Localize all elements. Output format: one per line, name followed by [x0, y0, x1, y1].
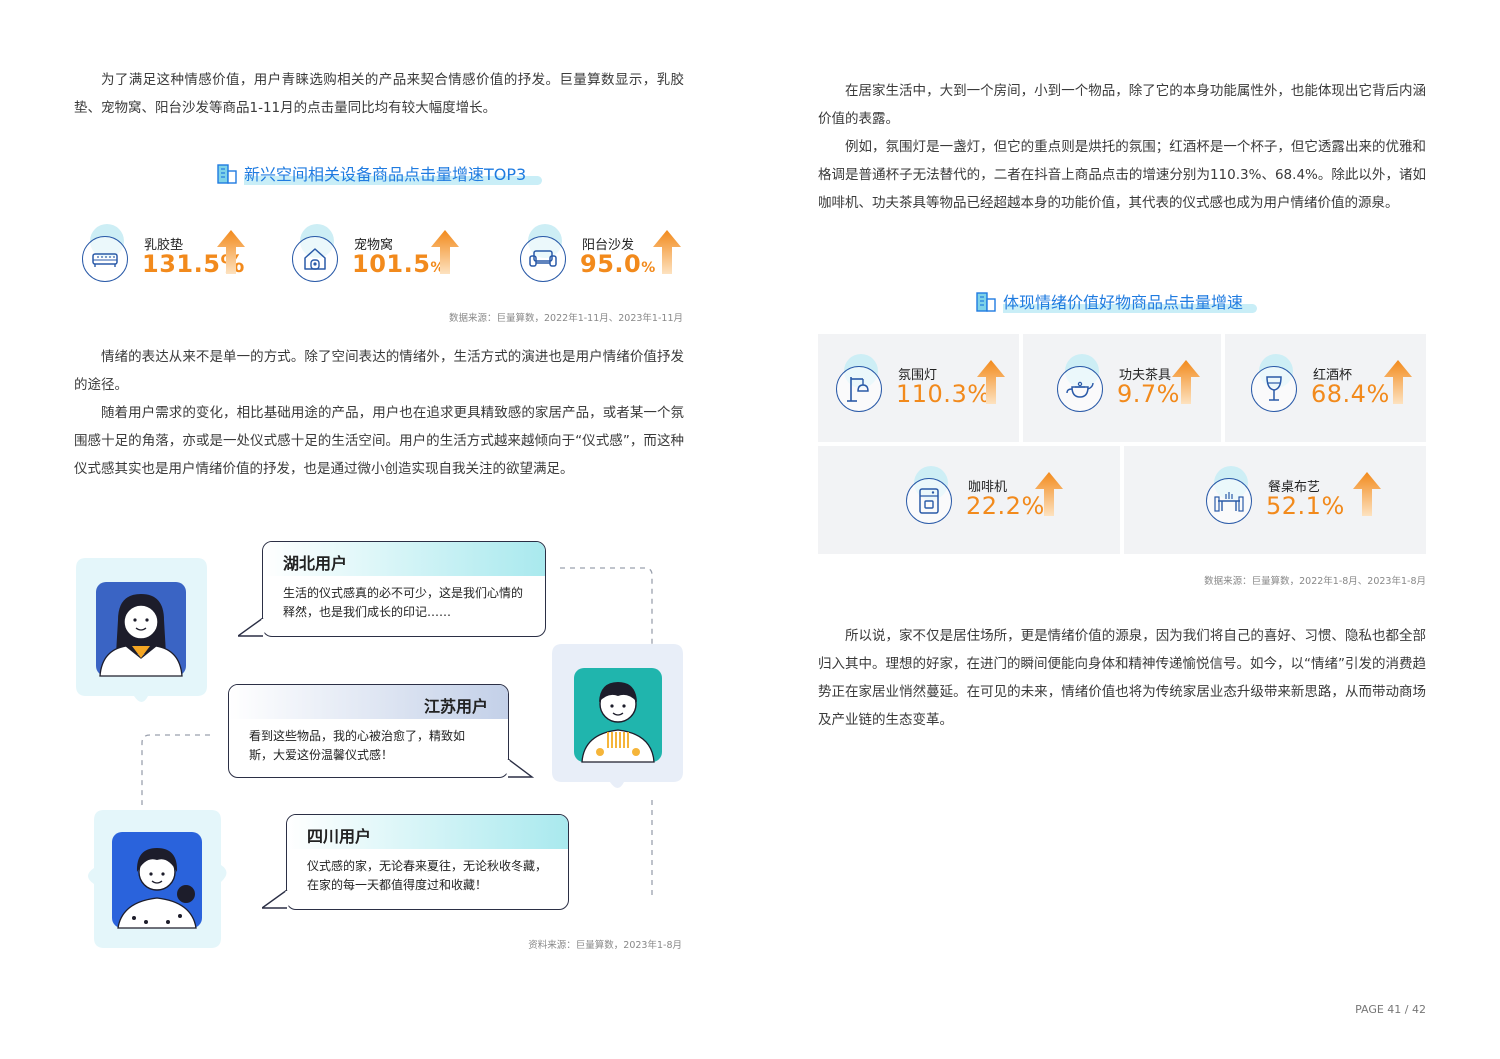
up-arrow-icon — [977, 360, 1005, 404]
up-arrow-icon — [217, 230, 245, 274]
teapot-icon — [1057, 366, 1103, 412]
mattress-icon — [82, 236, 128, 282]
right-intro-paragraph: 在居家生活中，大到一个房间，小到一个物品，除了它的本身功能属性外，也能体现出它背… — [818, 83, 1426, 211]
stat-mattress: 乳胶垫 131.5% — [82, 224, 252, 306]
building-icon — [976, 292, 996, 312]
section2-title-text: 体现情绪价值好物商品点击量增速 — [1003, 293, 1244, 312]
stat-balcony-sofa: 阳台沙发 95.0% — [520, 224, 690, 306]
quote-bubble-hubei: 湖北用户 生活的仪式感真的必不可少，这是我们心情的释然，也是我们成长的印记…… — [262, 541, 546, 637]
quote-title: 四川用户 — [287, 815, 568, 849]
source-note-3: 数据来源：巨量算数，2022年1-8月、2023年1-8月 — [1204, 576, 1426, 587]
left-body-paragraph: 情绪的表达从来不是单一的方式。除了空间表达的情绪外，生活方式的演进也是用户情绪价… — [74, 349, 684, 477]
card-teapot: 功夫茶具 9.7% — [1023, 334, 1221, 442]
page-number: PAGE 41 / 42 — [1355, 1003, 1426, 1016]
section2-title: 体现情绪价值好物商品点击量增速 — [975, 286, 1257, 316]
avatar-jiangsu-user — [552, 644, 683, 788]
stat-value: 95.0% — [580, 250, 656, 278]
source-note-1: 数据来源：巨量算数，2022年1-11月、2023年1-11月 — [449, 313, 683, 324]
up-arrow-icon — [431, 230, 459, 274]
quote-text: 看到这些物品，我的心被治愈了，精致如斯，大爱这份温馨仪式感！ — [249, 729, 466, 762]
source-note-2: 资料来源：巨量算数，2023年1-8月 — [528, 940, 682, 951]
avatar-hubei-user — [71, 558, 212, 702]
stat-value: 22.2% — [966, 492, 1045, 520]
pet-house-icon — [292, 236, 338, 282]
section1-title-text: 新兴空间相关设备商品点击量增速TOP3 — [244, 165, 527, 184]
up-arrow-icon — [1384, 360, 1412, 404]
up-arrow-icon — [653, 230, 681, 274]
stat-pet-house: 宠物窝 101.5% — [292, 224, 462, 306]
quote-text: 生活的仪式感真的必不可少，这是我们心情的释然，也是我们成长的印记…… — [283, 586, 524, 619]
up-arrow-icon — [1353, 472, 1381, 516]
left-intro-paragraph: 为了满足这种情感价值，用户青睐选购相关的产品来契合情感价值的抒发。巨量算数显示，… — [74, 72, 684, 116]
card-dining-table: 餐桌布艺 52.1% — [1124, 446, 1426, 554]
dining-table-icon — [1206, 478, 1252, 524]
quote-text: 仪式感的家，无论春来夏往，无论秋收冬藏，在家的每一天都值得度过和收藏！ — [307, 859, 548, 892]
avatar-sichuan-user — [76, 810, 227, 950]
lamp-icon — [836, 366, 882, 412]
building-icon — [217, 164, 237, 184]
quote-bubble-jiangsu: 江苏用户 看到这些物品，我的心被治愈了，精致如斯，大爱这份温馨仪式感！ — [228, 684, 509, 778]
stat-value: 68.4% — [1311, 380, 1390, 408]
quote-bubble-sichuan: 四川用户 仪式感的家，无论春来夏往，无论秋收冬藏，在家的每一天都值得度过和收藏！ — [286, 814, 569, 910]
up-arrow-icon — [1035, 472, 1063, 516]
card-coffee-machine: 咖啡机 22.2% — [818, 446, 1120, 554]
right-closing-paragraph: 所以说，家不仅是居住场所，更是情绪价值的源泉，因为我们将自己的喜好、习惯、隐私也… — [818, 628, 1426, 728]
quote-title: 湖北用户 — [263, 542, 545, 576]
section1-title: 新兴空间相关设备商品点击量增速TOP3 — [216, 158, 542, 188]
wine-glass-icon — [1251, 366, 1297, 412]
stat-value: 52.1% — [1266, 492, 1345, 520]
card-lamp: 氛围灯 110.3% — [818, 334, 1019, 442]
sofa-icon — [520, 236, 566, 282]
up-arrow-icon — [1172, 360, 1200, 404]
coffee-machine-icon — [906, 478, 952, 524]
quote-title: 江苏用户 — [229, 685, 508, 719]
card-wine-glass: 红酒杯 68.4% — [1225, 334, 1426, 442]
